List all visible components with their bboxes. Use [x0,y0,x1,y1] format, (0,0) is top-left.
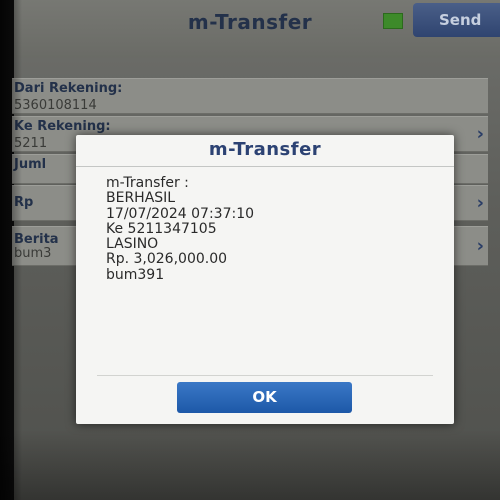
message-line: Ke 5211347105 [106,220,217,237]
button-divider [97,375,433,376]
source-account-value: 5360108114 [14,98,97,113]
message-line: LASINO [106,236,159,253]
dialog-message: m-Transfer : BERHASIL 17/07/2024 07:37:1… [106,175,436,283]
dialog-title: m-Transfer [208,139,322,160]
currency-label: Rp [14,195,34,210]
message-value: bum3 [14,246,52,261]
source-account-label: Dari Rekening: [14,81,123,96]
phone-photo: m-Transfer Send Dari Rekening: 536010811… [0,0,500,500]
transfer-result-dialog: m-Transfer m-Transfer : BERHASIL 17/07/2… [76,135,454,424]
chevron-right-icon: › [476,192,484,214]
chevron-right-icon: › [476,235,484,257]
amount-label: Juml [14,157,47,172]
destination-account-value: 5211 [14,136,48,151]
dialog-divider [76,166,454,167]
message-line: 17/07/2024 07:37:10 [106,205,255,222]
message-line: bum391 [106,266,165,283]
send-button[interactable]: Send [413,3,500,37]
chevron-right-icon: › [476,123,484,145]
message-line: m-Transfer : [106,175,189,191]
message-line: BERHASIL [106,190,176,207]
message-label: Berita [14,232,59,247]
message-line: Rp. 3,026,000.00 [106,251,228,268]
ok-button[interactable]: OK [177,382,352,413]
status-indicator-icon [383,13,403,29]
destination-account-label: Ke Rekening: [14,119,111,134]
source-account-field[interactable]: Dari Rekening: 5360108114 [12,78,488,114]
